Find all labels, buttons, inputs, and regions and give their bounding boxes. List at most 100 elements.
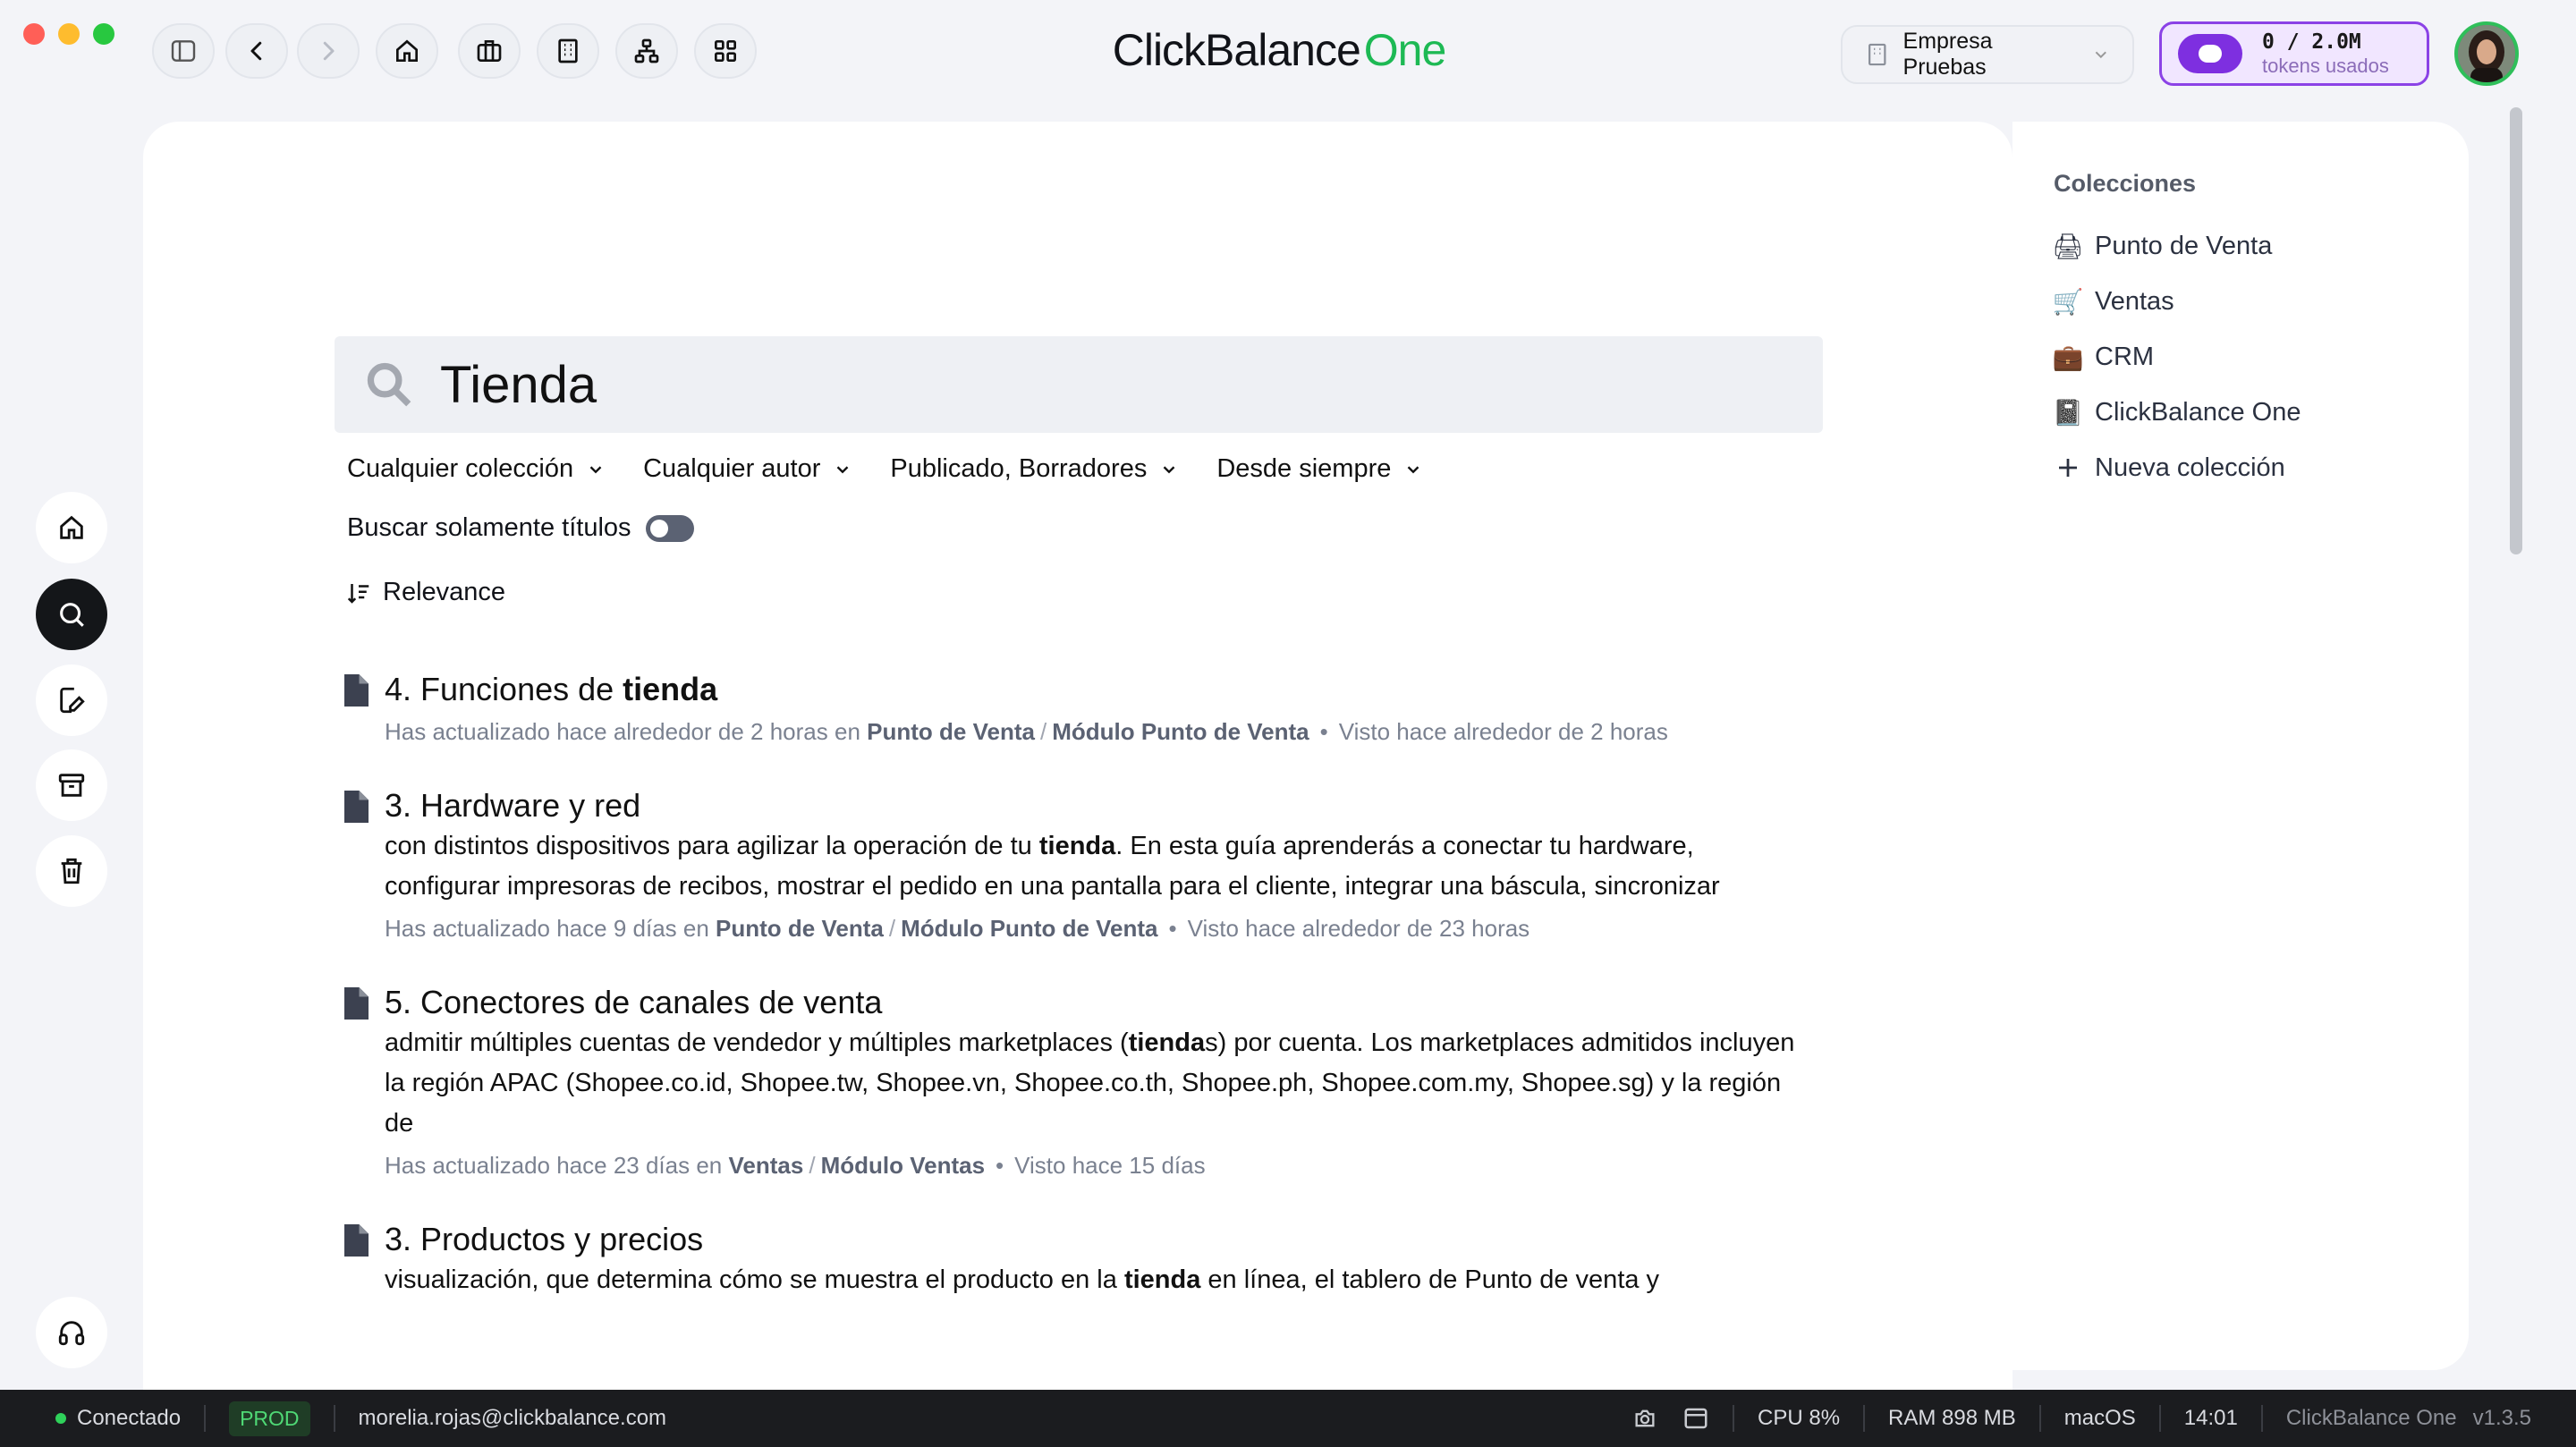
building-toolbar-button[interactable] bbox=[537, 23, 599, 79]
titles-only-label: Buscar solamente títulos bbox=[347, 513, 631, 542]
collection-item-ventas[interactable]: 🛒 Ventas bbox=[2052, 274, 2301, 329]
zoom-window-button[interactable] bbox=[93, 23, 114, 45]
sort-label: Relevance bbox=[383, 578, 506, 606]
apps-grid-toolbar-button[interactable] bbox=[694, 23, 757, 79]
result-title[interactable]: 3. Hardware y red bbox=[385, 785, 1880, 826]
rail-archive-button[interactable] bbox=[36, 749, 107, 821]
chevron-down-icon bbox=[837, 465, 849, 473]
forward-icon bbox=[323, 41, 335, 61]
document-icon bbox=[344, 1224, 369, 1257]
window-icon[interactable] bbox=[1682, 1405, 1709, 1432]
document-icon bbox=[344, 791, 369, 823]
result-title[interactable]: 4. Funciones de tienda bbox=[385, 669, 1880, 710]
filter-label: Publicado, Borradores bbox=[890, 454, 1148, 483]
ram-usage: RAM 898 MB bbox=[1888, 1406, 2016, 1430]
search-result[interactable]: 3. Productos y precios visualización, qu… bbox=[342, 1219, 1880, 1300]
search-page: Tienda Cualquier colección Cualquier aut… bbox=[143, 122, 2012, 1392]
forward-button[interactable] bbox=[297, 23, 360, 79]
filter-label: Cualquier colección bbox=[347, 454, 574, 483]
date-filter[interactable]: Desde siempre bbox=[1216, 454, 1423, 484]
result-collection-link[interactable]: Punto de Venta bbox=[716, 915, 884, 942]
token-count: 0 / 2.0M bbox=[2262, 30, 2361, 54]
collection-item-crm[interactable]: 💼 CRM bbox=[2053, 329, 2301, 385]
user-avatar[interactable] bbox=[2454, 21, 2519, 86]
collection-item-clickbalance-one[interactable]: 📓 ClickBalance One bbox=[2053, 385, 2301, 440]
new-collection-button[interactable]: Nueva colección bbox=[2054, 440, 2301, 495]
filter-label: Cualquier autor bbox=[643, 454, 821, 483]
titles-only-toggle[interactable] bbox=[645, 514, 694, 542]
result-title[interactable]: 5. Conectores de canales de venta bbox=[385, 982, 1880, 1023]
rail-drafts-button[interactable] bbox=[36, 664, 107, 736]
trash-icon bbox=[61, 858, 82, 884]
apps-grid-icon bbox=[715, 39, 736, 62]
collection-item-punto-de-venta[interactable]: 🖨 Punto de Venta bbox=[2052, 218, 2301, 274]
main-scrollbar[interactable] bbox=[2510, 107, 2522, 554]
filter-label: Desde siempre bbox=[1216, 454, 1392, 483]
search-input[interactable]: Tienda bbox=[440, 355, 597, 415]
result-parent-link[interactable]: Módulo Punto de Venta bbox=[1052, 718, 1309, 745]
company-name: Empresa Pruebas bbox=[1902, 29, 1993, 80]
token-toggle-icon bbox=[2178, 34, 2242, 73]
result-viewed: Visto hace alrededor de 23 horas bbox=[1187, 915, 1530, 942]
document-icon bbox=[344, 987, 369, 1020]
search-result[interactable]: 3. Hardware y red con distintos disposit… bbox=[342, 785, 1880, 946]
headphones-icon bbox=[58, 1321, 85, 1346]
back-icon bbox=[250, 41, 262, 61]
app-version: v1.3.5 bbox=[2472, 1406, 2531, 1430]
rail-trash-button[interactable] bbox=[36, 835, 107, 907]
result-meta: Has actualizado hace alrededor de 2 hora… bbox=[385, 718, 1668, 745]
result-title-match: tienda bbox=[623, 671, 718, 707]
collection-filter[interactable]: Cualquier colección bbox=[347, 454, 606, 484]
minimize-window-button[interactable] bbox=[58, 23, 80, 45]
result-viewed: Visto hace alrededor de 2 horas bbox=[1338, 718, 1668, 745]
camera-icon[interactable] bbox=[1632, 1406, 1657, 1431]
org-chart-toolbar-button[interactable] bbox=[615, 23, 678, 79]
search-result[interactable]: 5. Conectores de canales de venta admiti… bbox=[342, 982, 1880, 1183]
user-email: morelia.rojas@clickbalance.com bbox=[358, 1406, 667, 1430]
connection-dot-icon bbox=[55, 1413, 66, 1424]
environment-badge: PROD bbox=[229, 1400, 310, 1436]
result-snippet: admitir múltiples cuentas de vendedor y … bbox=[385, 1028, 1795, 1138]
result-parent-link[interactable]: Módulo Punto de Venta bbox=[901, 915, 1157, 942]
collection-label: CRM bbox=[2095, 342, 2155, 371]
sort-icon bbox=[347, 583, 369, 604]
rail-home-button[interactable] bbox=[36, 492, 107, 563]
result-title-text: 4. Funciones de bbox=[385, 671, 623, 707]
cart-icon: 🛒 bbox=[2052, 287, 2084, 316]
home-toolbar-button[interactable] bbox=[376, 23, 438, 79]
result-updated: Has actualizado hace 23 días en bbox=[385, 1152, 723, 1179]
result-meta: Has actualizado hace 9 días en Punto de … bbox=[385, 915, 1530, 942]
token-usage-badge[interactable]: 0 / 2.0M tokens usados bbox=[2159, 21, 2429, 86]
result-meta: Has actualizado hace 23 días en Ventas / M… bbox=[385, 1152, 1206, 1179]
result-snippet: visualización, que determina cómo se mue… bbox=[385, 1265, 1660, 1294]
company-selector[interactable]: Empresa Pruebas bbox=[1841, 25, 2134, 84]
back-button[interactable] bbox=[225, 23, 288, 79]
search-bar[interactable]: Tienda bbox=[335, 336, 1823, 433]
connection-status: Conectado bbox=[55, 1406, 181, 1431]
result-collection-link[interactable]: Punto de Venta bbox=[867, 718, 1035, 745]
result-parent-link[interactable]: Módulo Ventas bbox=[821, 1152, 985, 1179]
building-icon bbox=[1868, 43, 1886, 66]
cpu-usage: CPU 8% bbox=[1758, 1406, 1841, 1430]
edit-document-icon bbox=[60, 687, 85, 714]
collections-sidebar: Colecciones 🖨 Punto de Venta 🛒 Ventas 💼 … bbox=[2012, 122, 2469, 1370]
sort-selector[interactable]: Relevance bbox=[345, 578, 505, 607]
chevron-down-icon bbox=[589, 465, 602, 473]
rail-search-button[interactable] bbox=[36, 579, 107, 650]
result-collection-link[interactable]: Ventas bbox=[729, 1152, 804, 1179]
close-window-button[interactable] bbox=[23, 23, 45, 45]
home-icon bbox=[60, 515, 83, 539]
rail-support-button[interactable] bbox=[36, 1297, 107, 1368]
title-bar: ClickBalance One Empresa Pruebas 0 / 2.0M… bbox=[0, 0, 2576, 107]
result-title[interactable]: 3. Productos y precios bbox=[385, 1219, 1880, 1260]
briefcase-toolbar-button[interactable] bbox=[458, 23, 521, 79]
document-icon bbox=[344, 674, 369, 707]
search-result[interactable]: 4. Funciones de tienda Has actualizado h… bbox=[342, 669, 1880, 749]
status-filter[interactable]: Publicado, Borradores bbox=[890, 454, 1179, 484]
brand-name: ClickBalance bbox=[1112, 25, 1361, 75]
sidebar-toggle-icon bbox=[171, 40, 196, 62]
chevron-down-icon bbox=[2096, 51, 2107, 59]
search-filters: Cualquier colección Cualquier autor Publ… bbox=[347, 454, 1423, 484]
author-filter[interactable]: Cualquier autor bbox=[643, 454, 852, 484]
sidebar-toggle-button[interactable] bbox=[152, 23, 215, 79]
